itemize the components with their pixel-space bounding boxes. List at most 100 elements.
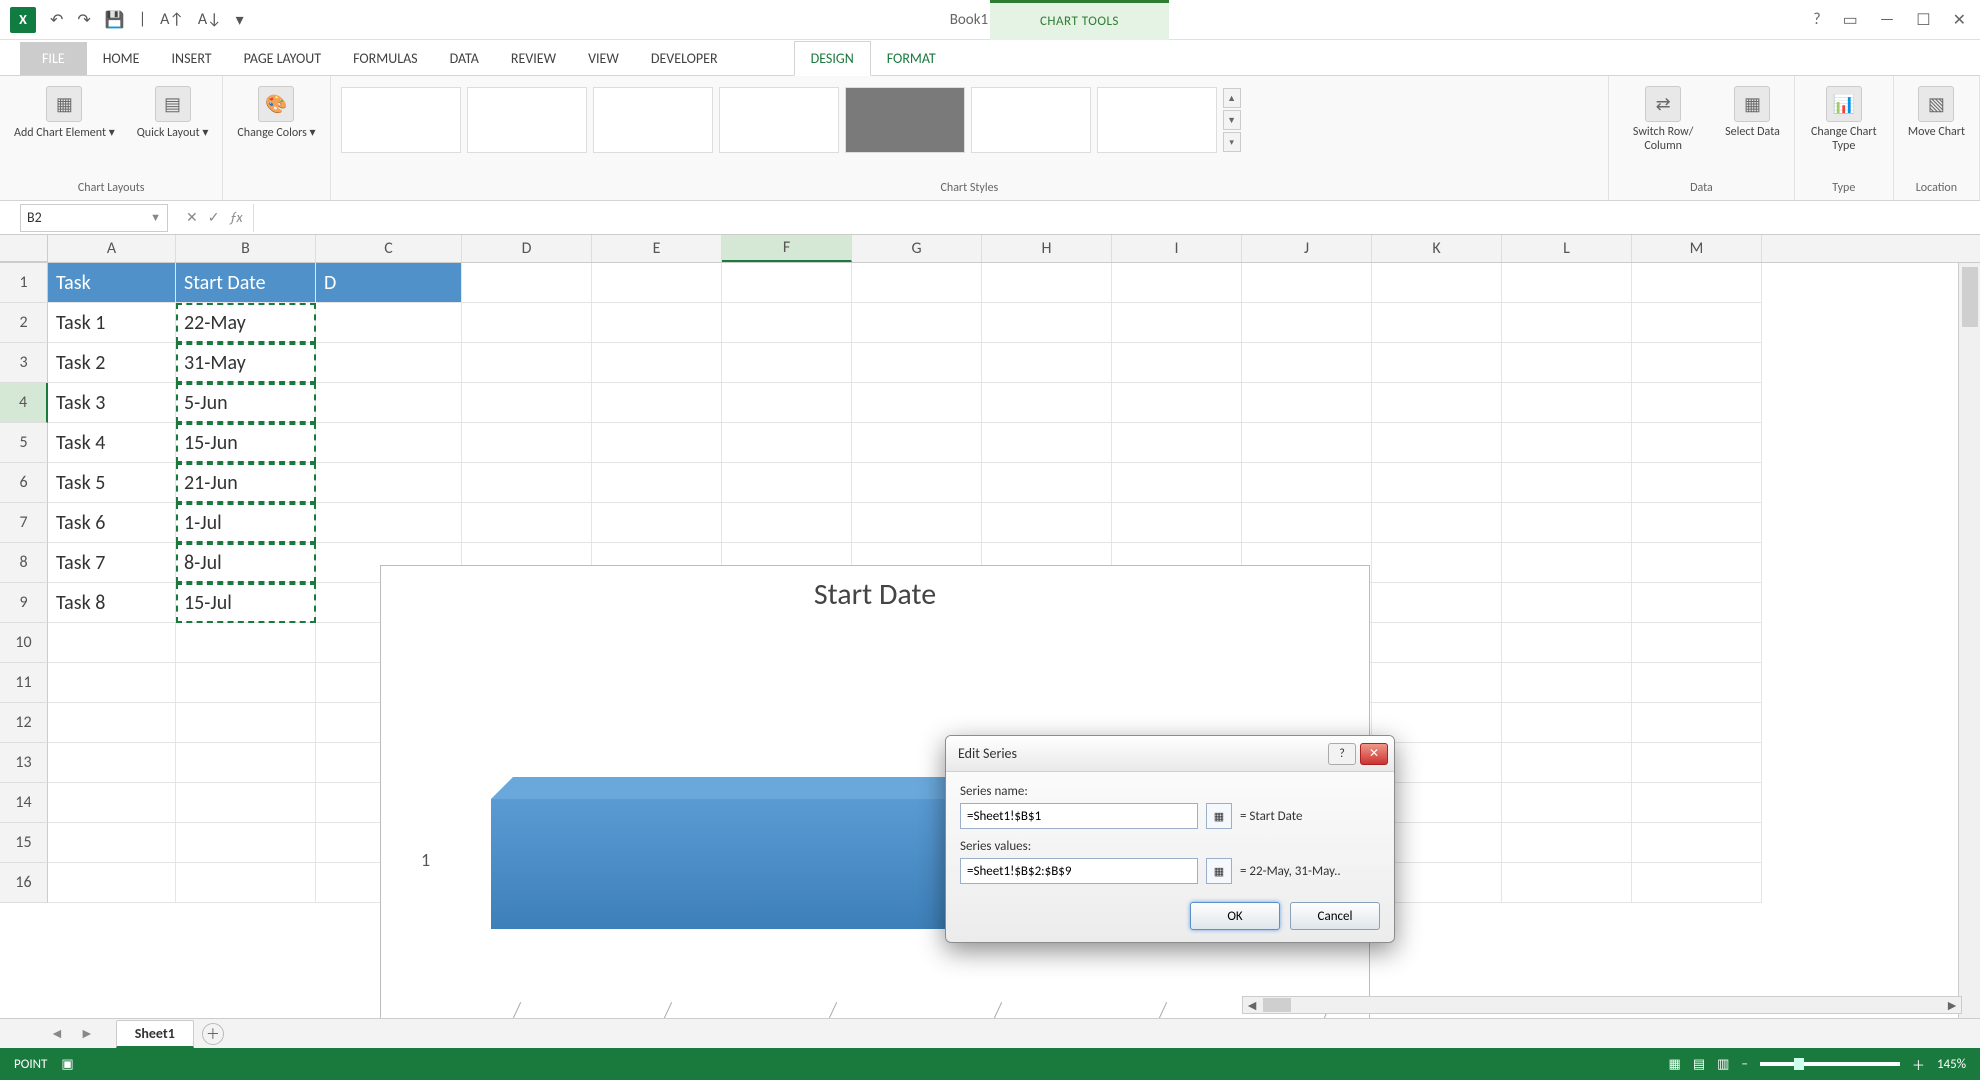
column-header[interactable]: D <box>462 235 592 262</box>
cell[interactable] <box>1112 423 1242 463</box>
cell[interactable] <box>592 263 722 303</box>
cell[interactable] <box>316 463 462 503</box>
cell[interactable] <box>48 703 176 743</box>
ribbon-options-icon[interactable]: ▭ <box>1843 10 1858 30</box>
cell[interactable] <box>1632 423 1762 463</box>
cell[interactable] <box>1372 663 1502 703</box>
cell[interactable] <box>722 463 852 503</box>
cell[interactable] <box>1242 503 1372 543</box>
cell[interactable] <box>462 383 592 423</box>
cell[interactable]: Task 4 <box>48 423 176 463</box>
row-header[interactable]: 11 <box>0 663 48 703</box>
zoom-level[interactable]: 145% <box>1937 1057 1966 1072</box>
cell[interactable] <box>592 463 722 503</box>
row-header[interactable]: 9 <box>0 583 48 623</box>
cell[interactable] <box>1242 383 1372 423</box>
column-header[interactable]: H <box>982 235 1112 262</box>
cell[interactable] <box>852 383 982 423</box>
cell[interactable]: Task 3 <box>48 383 176 423</box>
tab-page-layout[interactable]: PAGE LAYOUT <box>228 42 337 75</box>
cell[interactable] <box>176 623 316 663</box>
cell[interactable] <box>176 783 316 823</box>
cell[interactable] <box>982 423 1112 463</box>
cell[interactable] <box>1632 263 1762 303</box>
cell[interactable] <box>982 463 1112 503</box>
cell[interactable] <box>982 343 1112 383</box>
cell[interactable] <box>592 303 722 343</box>
quick-layout-button[interactable]: ▤ Quick Layout ▾ <box>133 84 213 142</box>
horizontal-scrollbar[interactable]: ◄► <box>1242 996 1962 1014</box>
cell[interactable] <box>1632 703 1762 743</box>
cell[interactable]: 5-Jun <box>176 383 316 423</box>
dialog-close-button[interactable]: ✕ <box>1360 743 1388 765</box>
enter-formula-button[interactable]: ✓ <box>208 209 220 226</box>
chart-title[interactable]: Start Date <box>381 566 1369 619</box>
cell[interactable] <box>176 743 316 783</box>
cell[interactable] <box>1112 303 1242 343</box>
tab-view[interactable]: VIEW <box>572 42 635 75</box>
cell[interactable] <box>48 623 176 663</box>
chart-style-thumb[interactable] <box>341 87 461 153</box>
cell[interactable] <box>852 263 982 303</box>
column-header[interactable]: J <box>1242 235 1372 262</box>
move-chart-button[interactable]: ▧ Move Chart <box>1904 84 1969 141</box>
gallery-up-button[interactable]: ▲ <box>1223 88 1241 108</box>
cell[interactable]: 31-May <box>176 343 316 383</box>
gallery-down-button[interactable]: ▼ <box>1223 110 1241 130</box>
help-icon[interactable]: ? <box>1813 10 1820 30</box>
chart-style-thumb[interactable] <box>593 87 713 153</box>
cell[interactable]: 1-Jul <box>176 503 316 543</box>
switch-row-column-button[interactable]: ⇄ Switch Row/ Column <box>1619 84 1707 155</box>
redo-button[interactable]: ↷ <box>77 10 90 30</box>
cell[interactable] <box>1632 383 1762 423</box>
cell[interactable] <box>1242 463 1372 503</box>
cell[interactable] <box>1632 663 1762 703</box>
cell[interactable] <box>592 423 722 463</box>
restore-icon[interactable]: ☐ <box>1916 10 1930 30</box>
change-chart-type-button[interactable]: 📊 Change Chart Type <box>1805 84 1883 155</box>
cell[interactable] <box>982 263 1112 303</box>
cell[interactable] <box>1502 303 1632 343</box>
undo-button[interactable]: ↶ <box>50 10 63 30</box>
row-header[interactable]: 2 <box>0 303 48 343</box>
cell[interactable] <box>48 783 176 823</box>
cell[interactable] <box>1112 263 1242 303</box>
column-header[interactable]: I <box>1112 235 1242 262</box>
chart-style-thumb[interactable] <box>719 87 839 153</box>
chart-styles-gallery[interactable]: ▲ ▼ ▾ <box>341 84 1241 156</box>
cell[interactable]: Task 2 <box>48 343 176 383</box>
column-header[interactable]: A <box>48 235 176 262</box>
tab-file[interactable]: FILE <box>20 42 87 75</box>
cell[interactable] <box>852 303 982 343</box>
cell[interactable] <box>1502 543 1632 583</box>
minimize-icon[interactable]: — <box>1880 10 1894 30</box>
tab-format[interactable]: FORMAT <box>871 42 952 75</box>
cell[interactable] <box>1502 463 1632 503</box>
cell[interactable] <box>462 463 592 503</box>
cell[interactable] <box>1502 343 1632 383</box>
gallery-more-button[interactable]: ▾ <box>1223 132 1241 152</box>
cell[interactable] <box>316 303 462 343</box>
cell[interactable] <box>1502 663 1632 703</box>
cell[interactable] <box>1632 623 1762 663</box>
cell[interactable] <box>592 503 722 543</box>
row-header[interactable]: 3 <box>0 343 48 383</box>
cell[interactable] <box>316 343 462 383</box>
cell[interactable] <box>1502 623 1632 663</box>
cell[interactable]: 22-May <box>176 303 316 343</box>
cell[interactable] <box>1502 863 1632 903</box>
cell[interactable] <box>722 383 852 423</box>
column-header[interactable]: K <box>1372 235 1502 262</box>
cell[interactable]: Start Date <box>176 263 316 303</box>
cell[interactable] <box>462 263 592 303</box>
cell[interactable] <box>722 423 852 463</box>
cell[interactable] <box>1372 303 1502 343</box>
column-header[interactable]: L <box>1502 235 1632 262</box>
cell[interactable] <box>1632 783 1762 823</box>
column-header[interactable]: C <box>316 235 462 262</box>
cell[interactable] <box>176 823 316 863</box>
zoom-in-button[interactable]: ＋ <box>1912 1055 1925 1074</box>
cell[interactable] <box>1372 343 1502 383</box>
cell[interactable] <box>722 263 852 303</box>
cell[interactable] <box>1112 383 1242 423</box>
